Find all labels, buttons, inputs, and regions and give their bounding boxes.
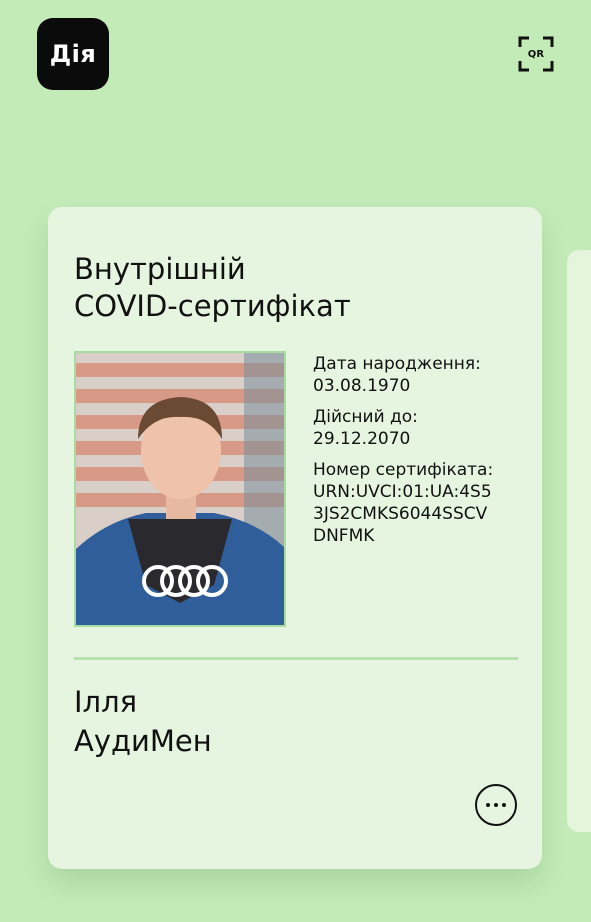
certificate-details: Дата народження: 03.08.1970 Дійсний до: … [313, 353, 533, 547]
birth-date-label: Дата народження: [313, 354, 481, 374]
app-logo: Дія [37, 18, 109, 90]
certificate-title: Внутрішній COVID-сертифікат [74, 252, 351, 323]
certificate-number-label: Номер сертифіката: [313, 460, 494, 480]
more-horizontal-icon [486, 803, 490, 807]
qr-button[interactable]: QR [518, 36, 554, 72]
birth-date-value: 03.08.1970 [313, 376, 411, 396]
next-document-card[interactable] [567, 250, 591, 832]
holder-photo [74, 351, 286, 627]
valid-until-value: 29.12.2070 [313, 429, 411, 449]
divider [74, 657, 518, 660]
qr-label: QR [527, 48, 545, 60]
certificate-number-line: DNFMK [313, 526, 375, 546]
more-horizontal-icon [502, 803, 506, 807]
holder-last-name: АудиМен [74, 724, 212, 758]
holder-first-name: Ілля [74, 685, 138, 719]
app-logo-text: Дія [49, 40, 97, 68]
covid-certificate-card: Внутрішній COVID-сертифікат Дата народже… [48, 207, 542, 869]
certificate-number-line: 3JS2CMKS6044SSCV [313, 504, 488, 524]
more-options-button[interactable] [475, 784, 517, 826]
certificate-number-line: URN:UVCI:01:UA:4S5 [313, 482, 492, 502]
valid-until-label: Дійсний до: [313, 407, 418, 427]
holder-name: Ілля АудиМен [74, 683, 212, 761]
more-horizontal-icon [494, 803, 498, 807]
